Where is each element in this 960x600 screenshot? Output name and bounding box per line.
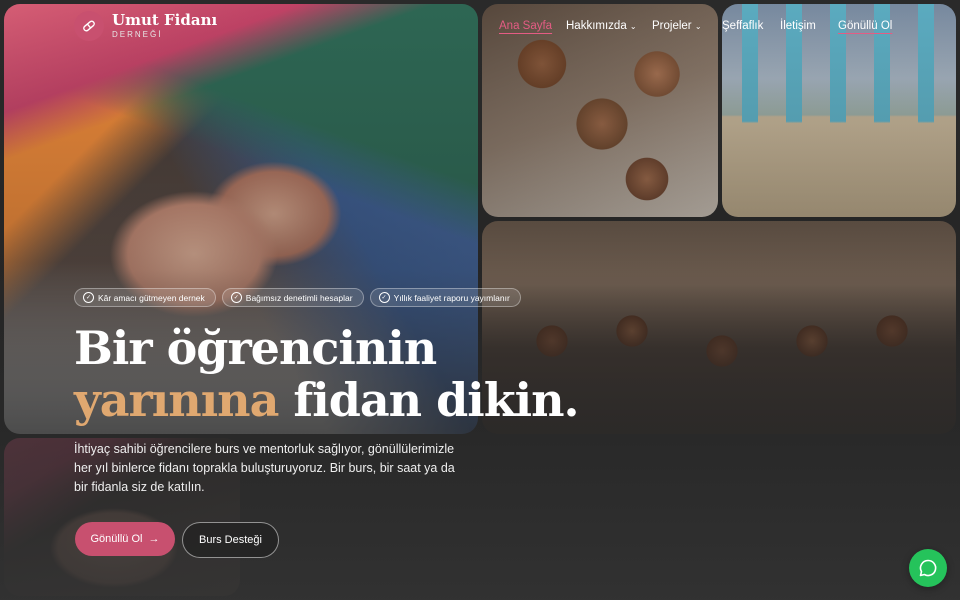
scholarship-button[interactable]: Burs Desteği bbox=[182, 522, 279, 558]
badge-audited: ✓ Bağımsız denetimli hesaplar bbox=[221, 288, 364, 307]
check-circle-icon: ✓ bbox=[230, 292, 242, 303]
brand-name: Umut Fidanı bbox=[112, 11, 218, 29]
nav-item-volunteer[interactable]: Gönüllü Ol bbox=[838, 20, 892, 32]
nav-item-projects[interactable]: Projeler ⌄ bbox=[652, 20, 702, 32]
brand-subtitle: DERNEĞİ bbox=[112, 30, 163, 39]
chevron-down-icon: ⌄ bbox=[694, 22, 702, 31]
arrow-right-icon: → bbox=[148, 533, 160, 545]
check-circle-icon: ✓ bbox=[378, 292, 390, 303]
check-circle-icon: ✓ bbox=[83, 292, 94, 303]
hero-headline: Bir öğrencinin yarınına fidan dikin. bbox=[74, 321, 580, 427]
headline-line-2: fidan dikin. bbox=[278, 373, 579, 427]
badge-annual-report: ✓ Yıllık faaliyet raporu yayımlanır bbox=[369, 288, 521, 307]
hero-description: İhtiyaç sahibi öğrencilere burs ve mento… bbox=[74, 442, 455, 494]
nav-item-about[interactable]: Hakkımızda ⌄ bbox=[566, 20, 637, 32]
nav-item-contact[interactable]: İletişim bbox=[780, 20, 816, 32]
chevron-down-icon: ⌄ bbox=[629, 22, 637, 31]
trust-badges: ✓ Kâr amacı gütmeyen dernek ✓ Bağımsız d… bbox=[74, 288, 521, 307]
whatsapp-icon bbox=[919, 559, 937, 577]
nav-item-home[interactable]: Ana Sayfa bbox=[499, 20, 552, 32]
image-volunteers-beach bbox=[722, 4, 956, 217]
nav-item-transparency[interactable]: Şeffaflık bbox=[722, 20, 763, 32]
image-children-waving bbox=[482, 4, 718, 217]
leaf-pill-icon bbox=[74, 11, 104, 41]
badge-nonprofit: ✓ Kâr amacı gütmeyen dernek bbox=[74, 288, 216, 307]
brand-logo-link[interactable]: Umut Fidanı DERNEĞİ bbox=[74, 11, 217, 41]
whatsapp-chat-button[interactable] bbox=[909, 549, 947, 587]
volunteer-button[interactable]: Gönüllü Ol → bbox=[75, 522, 175, 556]
headline-line-1: Bir öğrencinin bbox=[74, 321, 437, 375]
headline-accent: yarınına bbox=[74, 373, 279, 427]
